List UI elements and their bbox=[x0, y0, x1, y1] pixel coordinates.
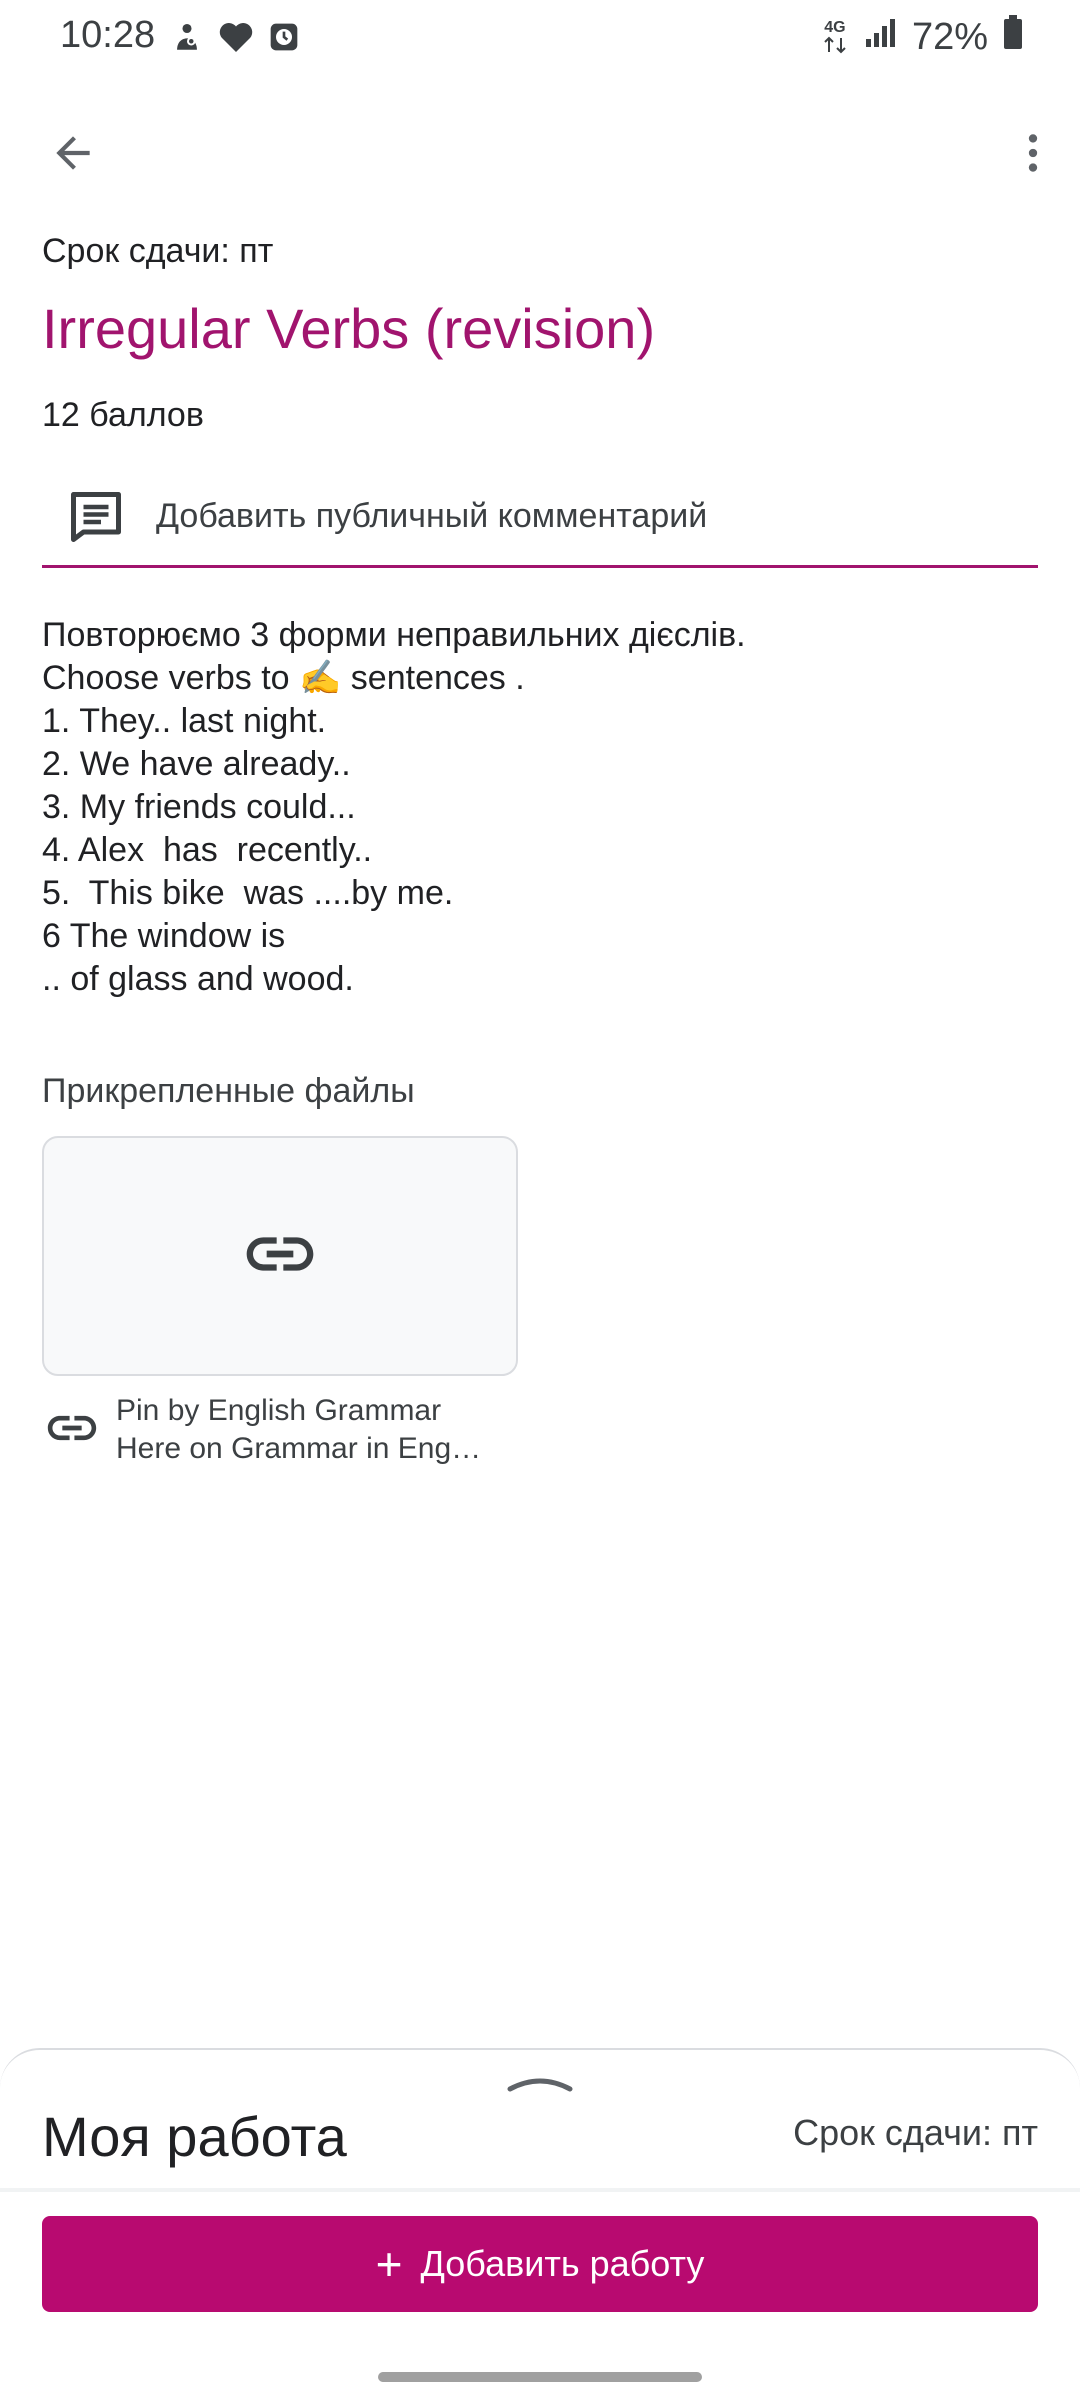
data-arrows-icon: 4G bbox=[820, 20, 850, 54]
description-line: 2. We have already.. bbox=[42, 745, 351, 783]
description-line: .. of glass and wood. bbox=[42, 960, 354, 998]
description-line: 5. This bike was ....by me. bbox=[42, 874, 454, 912]
description-line: Choose verbs to ✍️ sentences . bbox=[42, 659, 525, 697]
plus-icon: + bbox=[375, 2238, 403, 2290]
status-bar: 10:28 4G 72% bbox=[0, 0, 1080, 80]
add-work-label: Добавить работу bbox=[420, 2243, 705, 2284]
more-vert-icon bbox=[1008, 128, 1058, 183]
heart-icon bbox=[218, 20, 254, 59]
status-time: 10:28 bbox=[60, 14, 156, 56]
add-public-comment-button[interactable]: Добавить публичный комментарий bbox=[42, 468, 1038, 568]
comment-icon bbox=[64, 485, 128, 549]
attachment-title-line: Pin by English Grammar bbox=[116, 1394, 442, 1427]
my-work-due-label: Срок сдачи: пт bbox=[793, 2112, 1038, 2153]
arrow-back-icon bbox=[48, 128, 98, 183]
person-shield-icon bbox=[170, 20, 204, 59]
attachment-title-line: Here on Grammar in Eng… bbox=[116, 1432, 482, 1465]
add-work-button[interactable]: + Добавить работу bbox=[42, 2216, 1038, 2312]
status-right: 4G 72% bbox=[820, 14, 1024, 60]
assignment-title: Irregular Verbs (revision) bbox=[42, 297, 656, 360]
sheet-divider bbox=[0, 2188, 1080, 2192]
attachments-header: Прикрепленные файлы bbox=[42, 1072, 415, 1110]
attachment-title: Pin by English Grammar Here on Grammar i… bbox=[116, 1392, 516, 1468]
status-left-icons bbox=[170, 20, 300, 59]
more-options-button[interactable] bbox=[998, 120, 1068, 190]
my-work-title: Моя работа bbox=[42, 2105, 347, 2168]
battery-icon bbox=[1002, 14, 1024, 60]
description-line: 6 The window is bbox=[42, 917, 286, 955]
description-line: 4. Alex has recently.. bbox=[42, 831, 373, 869]
alarm-icon bbox=[268, 21, 300, 58]
battery-level: 72% bbox=[911, 15, 988, 58]
description-line: Повторюємо 3 форми неправильних дієслів. bbox=[42, 616, 746, 654]
assignment-description: Повторюємо 3 форми неправильних дієслів.… bbox=[42, 614, 1038, 1001]
attachment-item[interactable]: Pin by English Grammar Here on Grammar i… bbox=[42, 1392, 518, 1468]
network-type: 4G bbox=[824, 19, 846, 36]
due-date-label: Срок сдачи: пт bbox=[42, 232, 274, 270]
top-app-bar bbox=[0, 110, 1080, 190]
description-line: 1. They.. last night. bbox=[42, 702, 327, 740]
home-indicator[interactable] bbox=[378, 2372, 702, 2382]
link-icon bbox=[42, 1398, 102, 1458]
description-line: 3. My friends could... bbox=[42, 788, 356, 826]
chevron-up-icon bbox=[506, 2071, 574, 2100]
link-icon bbox=[240, 1214, 320, 1299]
comment-placeholder: Добавить публичный комментарий bbox=[156, 497, 708, 535]
expand-handle[interactable] bbox=[506, 2070, 574, 2100]
signal-bars-icon bbox=[864, 16, 898, 59]
attachment-thumbnail[interactable] bbox=[42, 1136, 518, 1376]
back-button[interactable] bbox=[38, 120, 108, 190]
points-label: 12 баллов bbox=[42, 396, 204, 434]
